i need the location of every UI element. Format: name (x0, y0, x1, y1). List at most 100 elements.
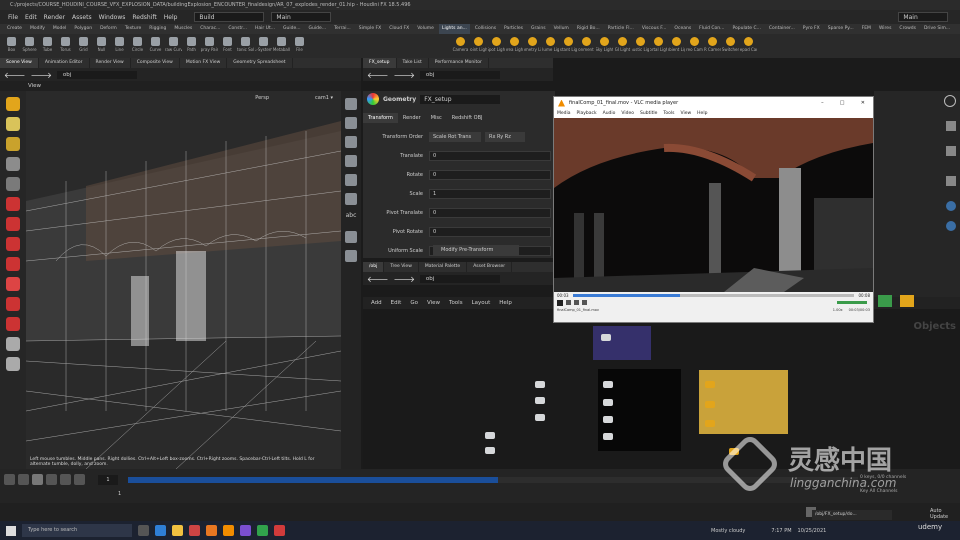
param-subtab-1[interactable]: Render (398, 113, 426, 123)
pointer-icon[interactable] (6, 157, 20, 171)
range-start-field[interactable]: 1 (118, 491, 121, 497)
step-forward-icon[interactable] (60, 474, 71, 485)
light-tool-10[interactable]: Caustic Light (632, 34, 649, 58)
vlc-taskbar-icon[interactable] (223, 525, 234, 536)
brush-icon[interactable] (345, 174, 357, 186)
shelf-tab-10[interactable]: Hair Ut... (252, 24, 278, 34)
windows-start-icon[interactable] (6, 525, 16, 536)
task-view-icon[interactable] (138, 525, 149, 536)
expression-icon[interactable] (946, 176, 956, 186)
vlc-menu-0[interactable]: Media (557, 111, 571, 116)
explorer-icon[interactable] (172, 525, 183, 536)
point-display-icon[interactable] (345, 193, 357, 205)
light-tool-5[interactable]: Volume Light (542, 34, 559, 58)
shelf-tab-17[interactable]: Lights an... (438, 24, 470, 34)
menu-assets[interactable]: Assets (72, 14, 92, 21)
vlc-menu-2[interactable]: Audio (603, 111, 616, 116)
network-node[interactable] (603, 416, 613, 423)
net-path-field[interactable]: obj (419, 274, 500, 283)
shelf-tab-11[interactable]: Guide... (280, 24, 304, 34)
shelf-tool-9[interactable]: Draw Curve (165, 34, 182, 58)
edge-icon[interactable] (155, 525, 166, 536)
light-tool-14[interactable]: VR Camera (704, 34, 721, 58)
shelf-tab-25[interactable]: Oceans (671, 24, 694, 34)
network-node[interactable] (535, 381, 545, 388)
viewport-persp-menu[interactable]: Persp (255, 95, 269, 101)
shelf-tab-34[interactable]: Drive Sim... (921, 24, 953, 34)
shelf-tab-26[interactable]: Fluid Con... (696, 24, 727, 34)
shelf-tab-31[interactable]: FEM (859, 24, 874, 34)
maximize-icon[interactable]: □ (840, 100, 845, 106)
network-node[interactable] (485, 432, 495, 439)
network-node[interactable] (535, 397, 545, 404)
net-forward-arrow-icon[interactable]: 🡒 (393, 274, 414, 284)
snap-prim-icon[interactable] (6, 297, 20, 311)
network-node[interactable] (603, 399, 613, 406)
jump-end-icon[interactable] (74, 474, 85, 485)
minimize-icon[interactable]: – (821, 100, 824, 106)
camera-view-icon[interactable] (345, 117, 357, 129)
play-icon[interactable] (46, 474, 57, 485)
network-node[interactable] (705, 401, 715, 408)
param-tab-0[interactable]: FX_setup (363, 58, 397, 68)
shelf-tool-16[interactable]: File (291, 34, 308, 58)
param-back-arrow-icon[interactable]: 🡐 (367, 70, 388, 80)
shelf-tab-15[interactable]: Cloud FX (386, 24, 412, 34)
left-tab-1[interactable]: Animation Editor (39, 58, 90, 68)
left-path-field[interactable]: obj (56, 70, 137, 79)
net-menu-3[interactable]: View (427, 300, 440, 306)
light-tool-12[interactable]: Ambient Light (668, 34, 685, 58)
vlc-menu-7[interactable]: Help (697, 111, 707, 116)
menu-help[interactable]: Help (164, 14, 178, 21)
app3-icon[interactable] (274, 525, 285, 536)
shelf-tool-12[interactable]: Font (219, 34, 236, 58)
left-tab-0[interactable]: Scene View (0, 58, 39, 68)
shelf-tab-0[interactable]: Create (4, 24, 25, 34)
param-tab-2[interactable]: Performance Monitor (429, 58, 489, 68)
shelf-tool-0[interactable]: Box (3, 34, 20, 58)
desktop-dropdown[interactable]: Build (194, 12, 265, 22)
handle-icon[interactable] (6, 337, 20, 351)
network-node[interactable] (603, 433, 613, 440)
shelf-tab-12[interactable]: Guide... (306, 24, 330, 34)
light-tool-16[interactable]: Gamepad Camera (740, 34, 757, 58)
vlc-prev-icon[interactable] (566, 300, 571, 305)
vlc-menu-6[interactable]: View (680, 111, 691, 116)
abc-text-icon[interactable]: abc (345, 212, 357, 224)
shelf-tab-13[interactable]: Terrai... (331, 24, 354, 34)
shelf-tab-23[interactable]: Particle Fl... (605, 24, 637, 34)
light-tool-15[interactable]: Switcher (722, 34, 739, 58)
net-menu-6[interactable]: Help (499, 300, 512, 306)
light-bulb-icon[interactable] (345, 98, 357, 110)
light-tool-8[interactable]: Sky Light (596, 34, 613, 58)
lock-icon[interactable] (6, 177, 20, 191)
light-tool-13[interactable]: Stereo Camera (686, 34, 703, 58)
shading-icon[interactable] (345, 136, 357, 148)
current-frame-field[interactable]: 1 (98, 475, 118, 485)
net-tab-1[interactable]: Tree View (384, 262, 419, 272)
param-value-field[interactable]: 0 (429, 150, 551, 161)
vlc-seek-bar[interactable] (572, 293, 855, 297)
shelf-tab-18[interactable]: Collisions (472, 24, 499, 34)
taskbar-search[interactable]: Type here to search (22, 524, 132, 537)
shelf-tab-5[interactable]: Texture (122, 24, 144, 34)
close-icon[interactable]: ✕ (861, 100, 865, 106)
param-forward-arrow-icon[interactable]: 🡒 (393, 70, 414, 80)
param-value-field[interactable]: 0 (429, 226, 551, 237)
shelf-tab-16[interactable]: Volume (414, 24, 437, 34)
menu-file[interactable]: File (8, 14, 18, 21)
jump-start-icon[interactable] (4, 474, 15, 485)
net-menu-0[interactable]: Add (371, 300, 382, 306)
light-tool-9[interactable]: GI Light (614, 34, 631, 58)
shelf-tool-5[interactable]: Null (93, 34, 110, 58)
shelf-tool-13[interactable]: Platonic Solids (237, 34, 254, 58)
vlc-window[interactable]: finalComp_01_final.mov - VLC media playe… (553, 96, 874, 323)
grid-icon[interactable] (345, 250, 357, 262)
shelf-tool-14[interactable]: L-System (255, 34, 272, 58)
shelf-tab-4[interactable]: Deform (97, 24, 120, 34)
shelf-tool-4[interactable]: Grid (75, 34, 92, 58)
network-node[interactable] (485, 447, 495, 454)
app2-icon[interactable] (257, 525, 268, 536)
menu-redshift[interactable]: Redshift (132, 14, 156, 21)
menu-edit[interactable]: Edit (25, 14, 37, 21)
